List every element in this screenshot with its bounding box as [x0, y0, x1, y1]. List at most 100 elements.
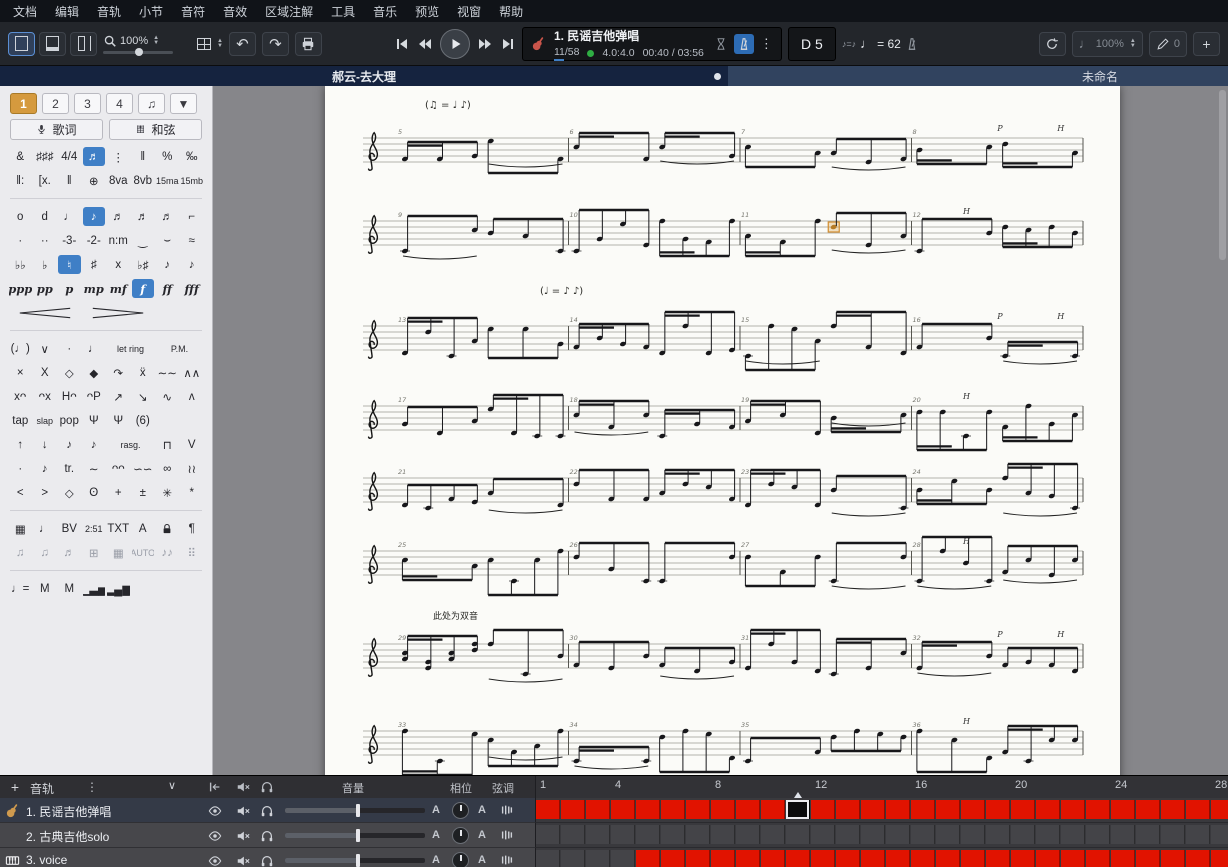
track-mute-button[interactable] — [236, 854, 250, 867]
turn-tool[interactable]: ᴖᴖ — [107, 459, 130, 478]
bar-cell[interactable] — [1211, 800, 1228, 819]
hammer-on-tool[interactable]: Hᴖ — [58, 387, 81, 406]
plus-minus-tool[interactable]: ± — [132, 483, 155, 502]
bar-cell[interactable] — [1186, 800, 1210, 819]
voice-3-button[interactable]: 3 — [74, 93, 101, 114]
ottava-15mb-tool[interactable]: 15mb — [181, 171, 204, 190]
voice-1-button[interactable]: 1 — [10, 93, 37, 114]
triplet-tool[interactable]: -3- — [58, 231, 81, 250]
bar-cell[interactable] — [836, 800, 860, 819]
track-row[interactable]: 2. 古典吉他soloAA — [0, 823, 1228, 848]
bar-cell[interactable] — [686, 850, 710, 867]
thirtysecond-note-tool[interactable]: ♬ — [132, 207, 155, 226]
sixteenth-note-tool[interactable]: ♬ — [107, 207, 130, 226]
ottava-15ma-tool[interactable]: 15ma — [156, 171, 179, 190]
bar-cell[interactable] — [611, 825, 635, 844]
dead-note-tool[interactable]: × — [9, 363, 32, 382]
volume-slider[interactable] — [285, 833, 425, 838]
tremolo-note-tool[interactable]: ♪ — [34, 459, 57, 478]
track-tuning-button[interactable] — [500, 828, 514, 842]
multivoice-button[interactable]: ♫ — [138, 93, 165, 114]
bar-cell[interactable] — [1086, 850, 1110, 867]
bar-cell[interactable] — [636, 850, 660, 867]
crescendo-tool[interactable] — [9, 303, 81, 322]
whole-note-tool[interactable]: o — [9, 207, 32, 226]
sixtyfourth-note-tool[interactable]: ♬ — [156, 207, 179, 226]
directions-tool[interactable]: ¶ — [181, 519, 204, 538]
solo-all-icon[interactable] — [260, 780, 274, 794]
bar-cell[interactable] — [586, 850, 610, 867]
menu-item-7[interactable]: 区域注解 — [256, 1, 322, 22]
courtesy-accidental-tool[interactable]: ♭♯ — [132, 255, 155, 274]
pan-knob[interactable] — [452, 827, 469, 844]
duplet-tool[interactable]: -2- — [83, 231, 106, 250]
vibrato-tool[interactable]: ∼∼ — [156, 363, 179, 382]
let-ring-tool[interactable]: let ring — [107, 339, 154, 358]
upstroke-tool[interactable]: V — [181, 435, 204, 454]
quarter-note-tool[interactable]: ♩ — [58, 207, 81, 226]
menu-item-6[interactable]: 音效 — [214, 1, 256, 22]
pan-knob[interactable] — [452, 852, 469, 867]
ghost-note-tool[interactable]: (♩) — [9, 339, 32, 358]
menu-item-3[interactable]: 音轨 — [88, 1, 130, 22]
zoom-control[interactable]: 100% — [103, 34, 191, 54]
wide-vibrato-tool[interactable]: ∧∧ — [181, 363, 204, 382]
bar-cell[interactable] — [986, 800, 1010, 819]
page-arrangement-control[interactable] — [197, 38, 223, 50]
ottava-8va-tool[interactable]: 8va — [107, 171, 130, 190]
key-signature-tool[interactable]: ♯♯♯ — [34, 147, 57, 166]
tab-untitled[interactable]: 未命名 — [728, 66, 1228, 86]
bar-cell[interactable] — [1211, 825, 1228, 844]
bar-cell[interactable] — [1136, 850, 1160, 867]
playback-options-button[interactable] — [760, 36, 773, 52]
pan-automation-toggle[interactable]: A — [478, 804, 486, 816]
bar-cell[interactable] — [711, 850, 735, 867]
slide-down-tool[interactable]: ↘ — [132, 387, 155, 406]
volume-automation-toggle[interactable]: A — [432, 829, 440, 841]
slur-tool[interactable]: ⌣ — [156, 231, 179, 250]
double-simile-repeat-tool[interactable]: ‰ — [181, 147, 204, 166]
marcato-tool[interactable]: ∨ — [34, 339, 57, 358]
join-beams-tool[interactable]: ♫ — [34, 543, 57, 562]
loop-button[interactable] — [1039, 32, 1066, 56]
bar-cell[interactable] — [561, 800, 585, 819]
bar-cell[interactable] — [1061, 800, 1085, 819]
whammy-dip-tool[interactable]: ʌ — [181, 387, 204, 406]
decrescendo-tool[interactable] — [83, 303, 155, 322]
bend-release-tool[interactable]: ᴖx — [34, 387, 57, 406]
bar-cell[interactable] — [1061, 850, 1085, 867]
zoom-value[interactable]: 100% — [120, 35, 148, 47]
tempo-value[interactable]: = 62 — [877, 37, 901, 51]
ottava-8vb-tool[interactable]: 8vb — [132, 171, 155, 190]
natural-tool[interactable]: ♮ — [58, 255, 81, 274]
volume-automation-toggle[interactable]: A — [432, 804, 440, 816]
bar-cell[interactable] — [711, 800, 735, 819]
arpeggio-up-tool[interactable]: ♪ — [58, 435, 81, 454]
dynamic-f-tool[interactable]: f — [132, 279, 155, 298]
print-button[interactable] — [295, 32, 322, 56]
countdown-icon[interactable] — [714, 37, 728, 51]
volume-automation-tool[interactable]: ▁▃▅ — [83, 579, 106, 598]
bar-cell[interactable] — [1136, 800, 1160, 819]
track-row[interactable]: 1. 民谣吉他弹唱AA — [0, 798, 1228, 823]
bar-cell[interactable] — [761, 825, 785, 844]
bar-cell[interactable] — [986, 825, 1010, 844]
bar-cell[interactable] — [1086, 800, 1110, 819]
view-horizontal-button[interactable] — [70, 32, 97, 56]
strum-down-tool[interactable]: ↓ — [34, 435, 57, 454]
volume-handle[interactable] — [356, 854, 360, 867]
bar-cell[interactable] — [611, 800, 635, 819]
bar-cell[interactable] — [886, 850, 910, 867]
bar-cell[interactable] — [1036, 800, 1060, 819]
bar-cell[interactable] — [1111, 825, 1135, 844]
menu-item-12[interactable]: 帮助 — [490, 1, 532, 22]
metronome-button[interactable] — [734, 34, 754, 54]
bar-cell[interactable] — [736, 825, 760, 844]
menu-item-8[interactable]: 工具 — [322, 1, 364, 22]
tab-score[interactable]: 郝云-去大理 — [0, 66, 728, 86]
tie-tool[interactable]: ‿ — [132, 231, 155, 250]
bar-cell[interactable] — [661, 825, 685, 844]
dynamic-ff-tool[interactable]: ff — [156, 279, 179, 298]
dynamic-ppp-tool[interactable]: ppp — [9, 279, 32, 298]
bar-cell[interactable] — [686, 825, 710, 844]
